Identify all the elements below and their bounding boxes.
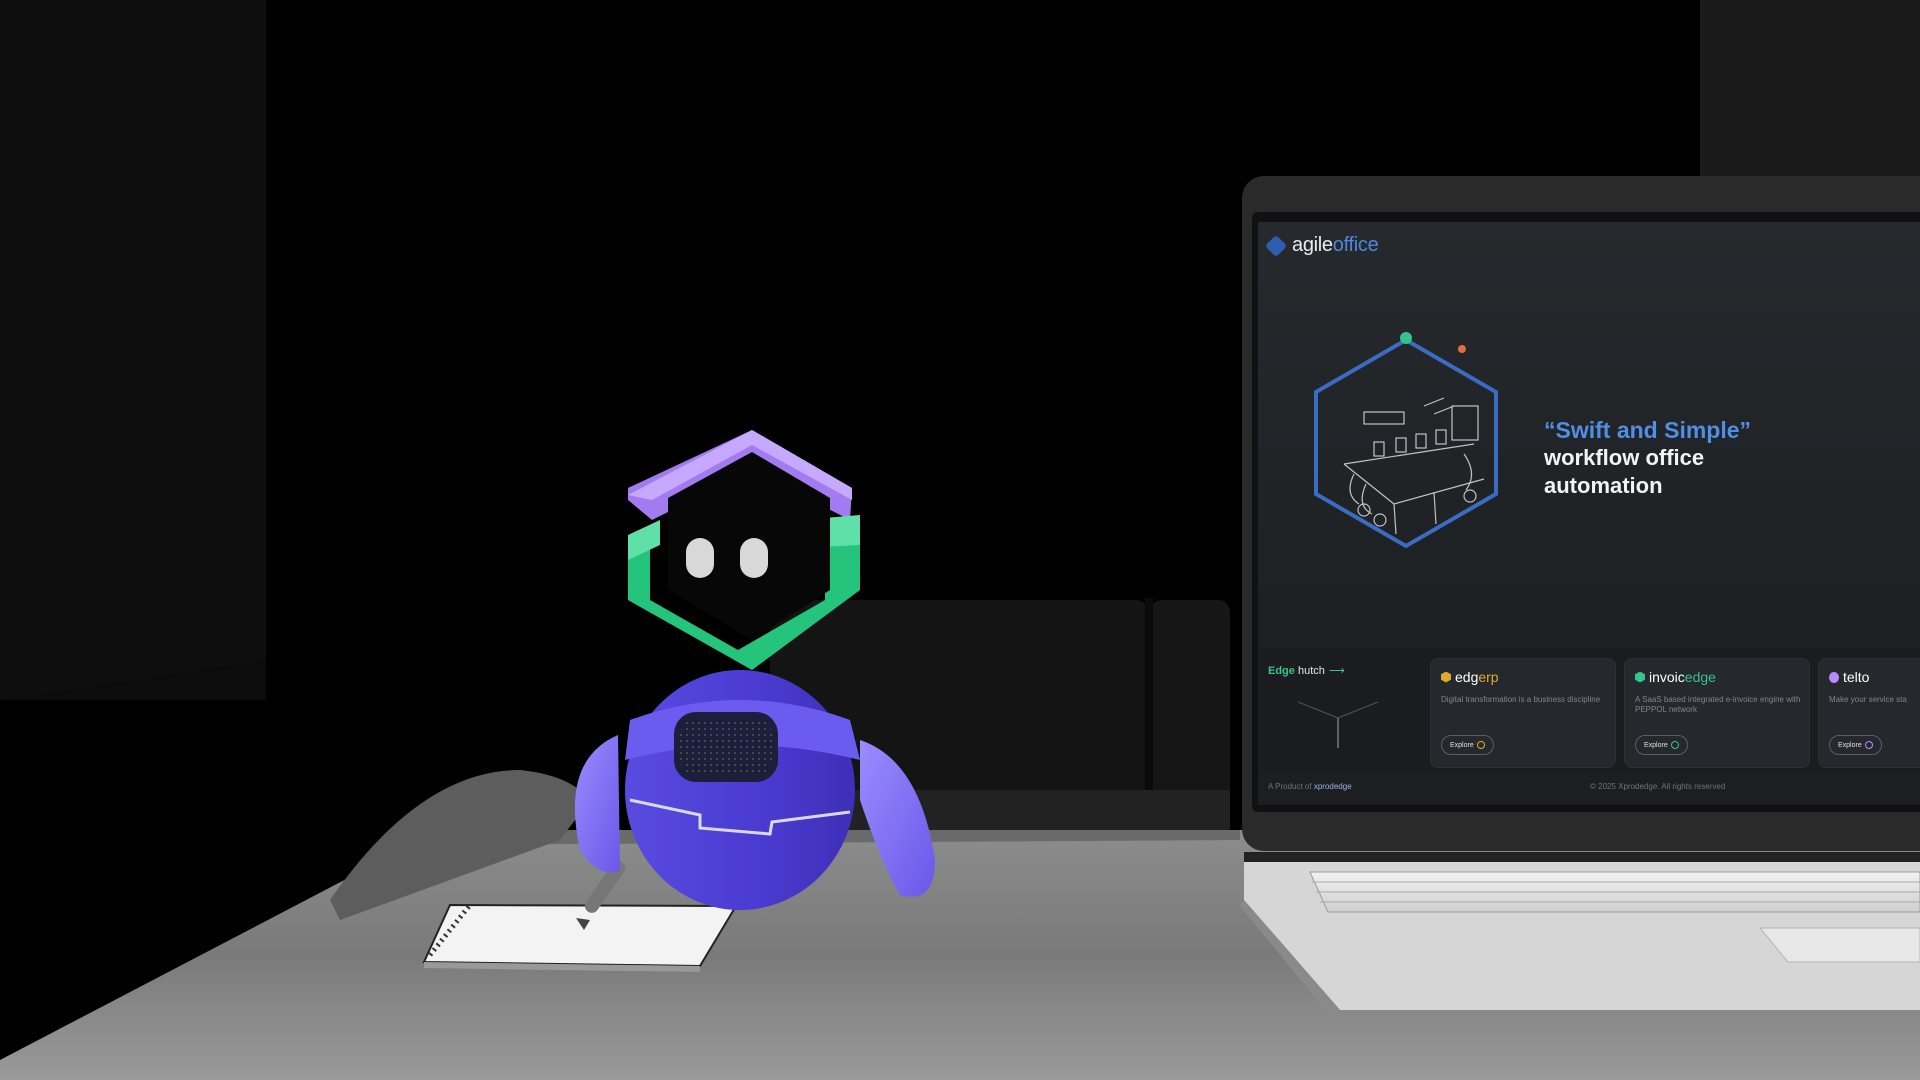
explore-button[interactable]: Explore — [1635, 735, 1688, 755]
edgerp-logo-icon — [1441, 671, 1451, 683]
notepad — [422, 903, 738, 972]
card-title: telto — [1829, 669, 1869, 685]
arrow-right-icon: ⟶ — [1328, 665, 1345, 677]
product-strip: Edge hutch ⟶ edg erp Digital transformatio… — [1258, 648, 1920, 773]
explore-label: Explore — [1644, 741, 1668, 749]
hutch-edge-text: Edge — [1268, 665, 1295, 677]
card-name-b: edge — [1684, 669, 1716, 685]
arrow-circle-icon — [1476, 741, 1485, 749]
logo-text: agileoffice — [1292, 234, 1379, 257]
card-description: Make your service sta — [1829, 695, 1907, 704]
explore-label: Explore — [1450, 741, 1474, 749]
laptop-screen: agileoffice “Swift and Simple” workflow … — [1258, 222, 1920, 805]
telto-bulb-icon — [1829, 671, 1839, 683]
hutch-rest-text: hutch — [1294, 665, 1325, 677]
arrow-circle-icon — [1670, 741, 1679, 749]
product-card-telto[interactable]: telto Make your service sta Explore — [1818, 658, 1920, 768]
hutch-decoration — [1298, 701, 1378, 748]
trackpad — [1758, 927, 1920, 963]
card-title: edg erp — [1441, 669, 1499, 685]
footer-copyright: © 2025 Xprodedge. All rights reserved — [1590, 782, 1726, 791]
invoicedge-logo-icon — [1635, 671, 1645, 683]
robot-eye-left — [686, 538, 714, 578]
explore-label: Explore — [1838, 741, 1862, 749]
card-name-a: telto — [1843, 669, 1870, 685]
robot-eye-right — [740, 538, 768, 578]
card-name-b: erp — [1478, 669, 1499, 685]
xprodedge-link[interactable]: xprodedge — [1314, 782, 1352, 791]
card-name-a: edg — [1455, 669, 1479, 685]
office-sketch-hexagon — [1314, 332, 1498, 549]
hero-tagline: “Swift and Simple” workflow office autom… — [1544, 416, 1764, 500]
right-wall-panel — [1700, 0, 1920, 180]
logo-text-agile: agile — [1292, 234, 1333, 256]
card-description: Digital transformation is a business dis… — [1441, 695, 1601, 704]
tagline-quote: “Swift and Simple” — [1544, 417, 1752, 443]
explore-button[interactable]: Explore — [1441, 735, 1494, 755]
arrow-circle-icon — [1864, 741, 1873, 749]
logo-text-office: office — [1332, 234, 1379, 256]
card-name-a: invoic — [1649, 669, 1685, 685]
product-card-edgerp[interactable]: edg erp Digital transformation is a busin… — [1430, 658, 1616, 768]
agileoffice-logo-icon — [1264, 234, 1288, 257]
card-description: A SaaS based integrated e-invoice engine… — [1635, 695, 1801, 714]
card-title: invoic edge — [1635, 669, 1716, 685]
explore-button[interactable]: Explore — [1829, 735, 1882, 755]
product-card-invoicedge[interactable]: invoic edge A SaaS based integrated e-inv… — [1624, 658, 1810, 768]
edge-hutch-link[interactable]: Edge hutch ⟶ — [1268, 664, 1345, 677]
tagline-main: workflow office automation — [1544, 445, 1705, 498]
green-dot — [1400, 332, 1412, 344]
footer-product-of: A Product of xprodedge — [1268, 782, 1352, 791]
footer-left-text: A Product of — [1268, 782, 1312, 791]
agileoffice-logo[interactable]: agileoffice — [1264, 234, 1379, 257]
orange-dot — [1458, 345, 1466, 353]
